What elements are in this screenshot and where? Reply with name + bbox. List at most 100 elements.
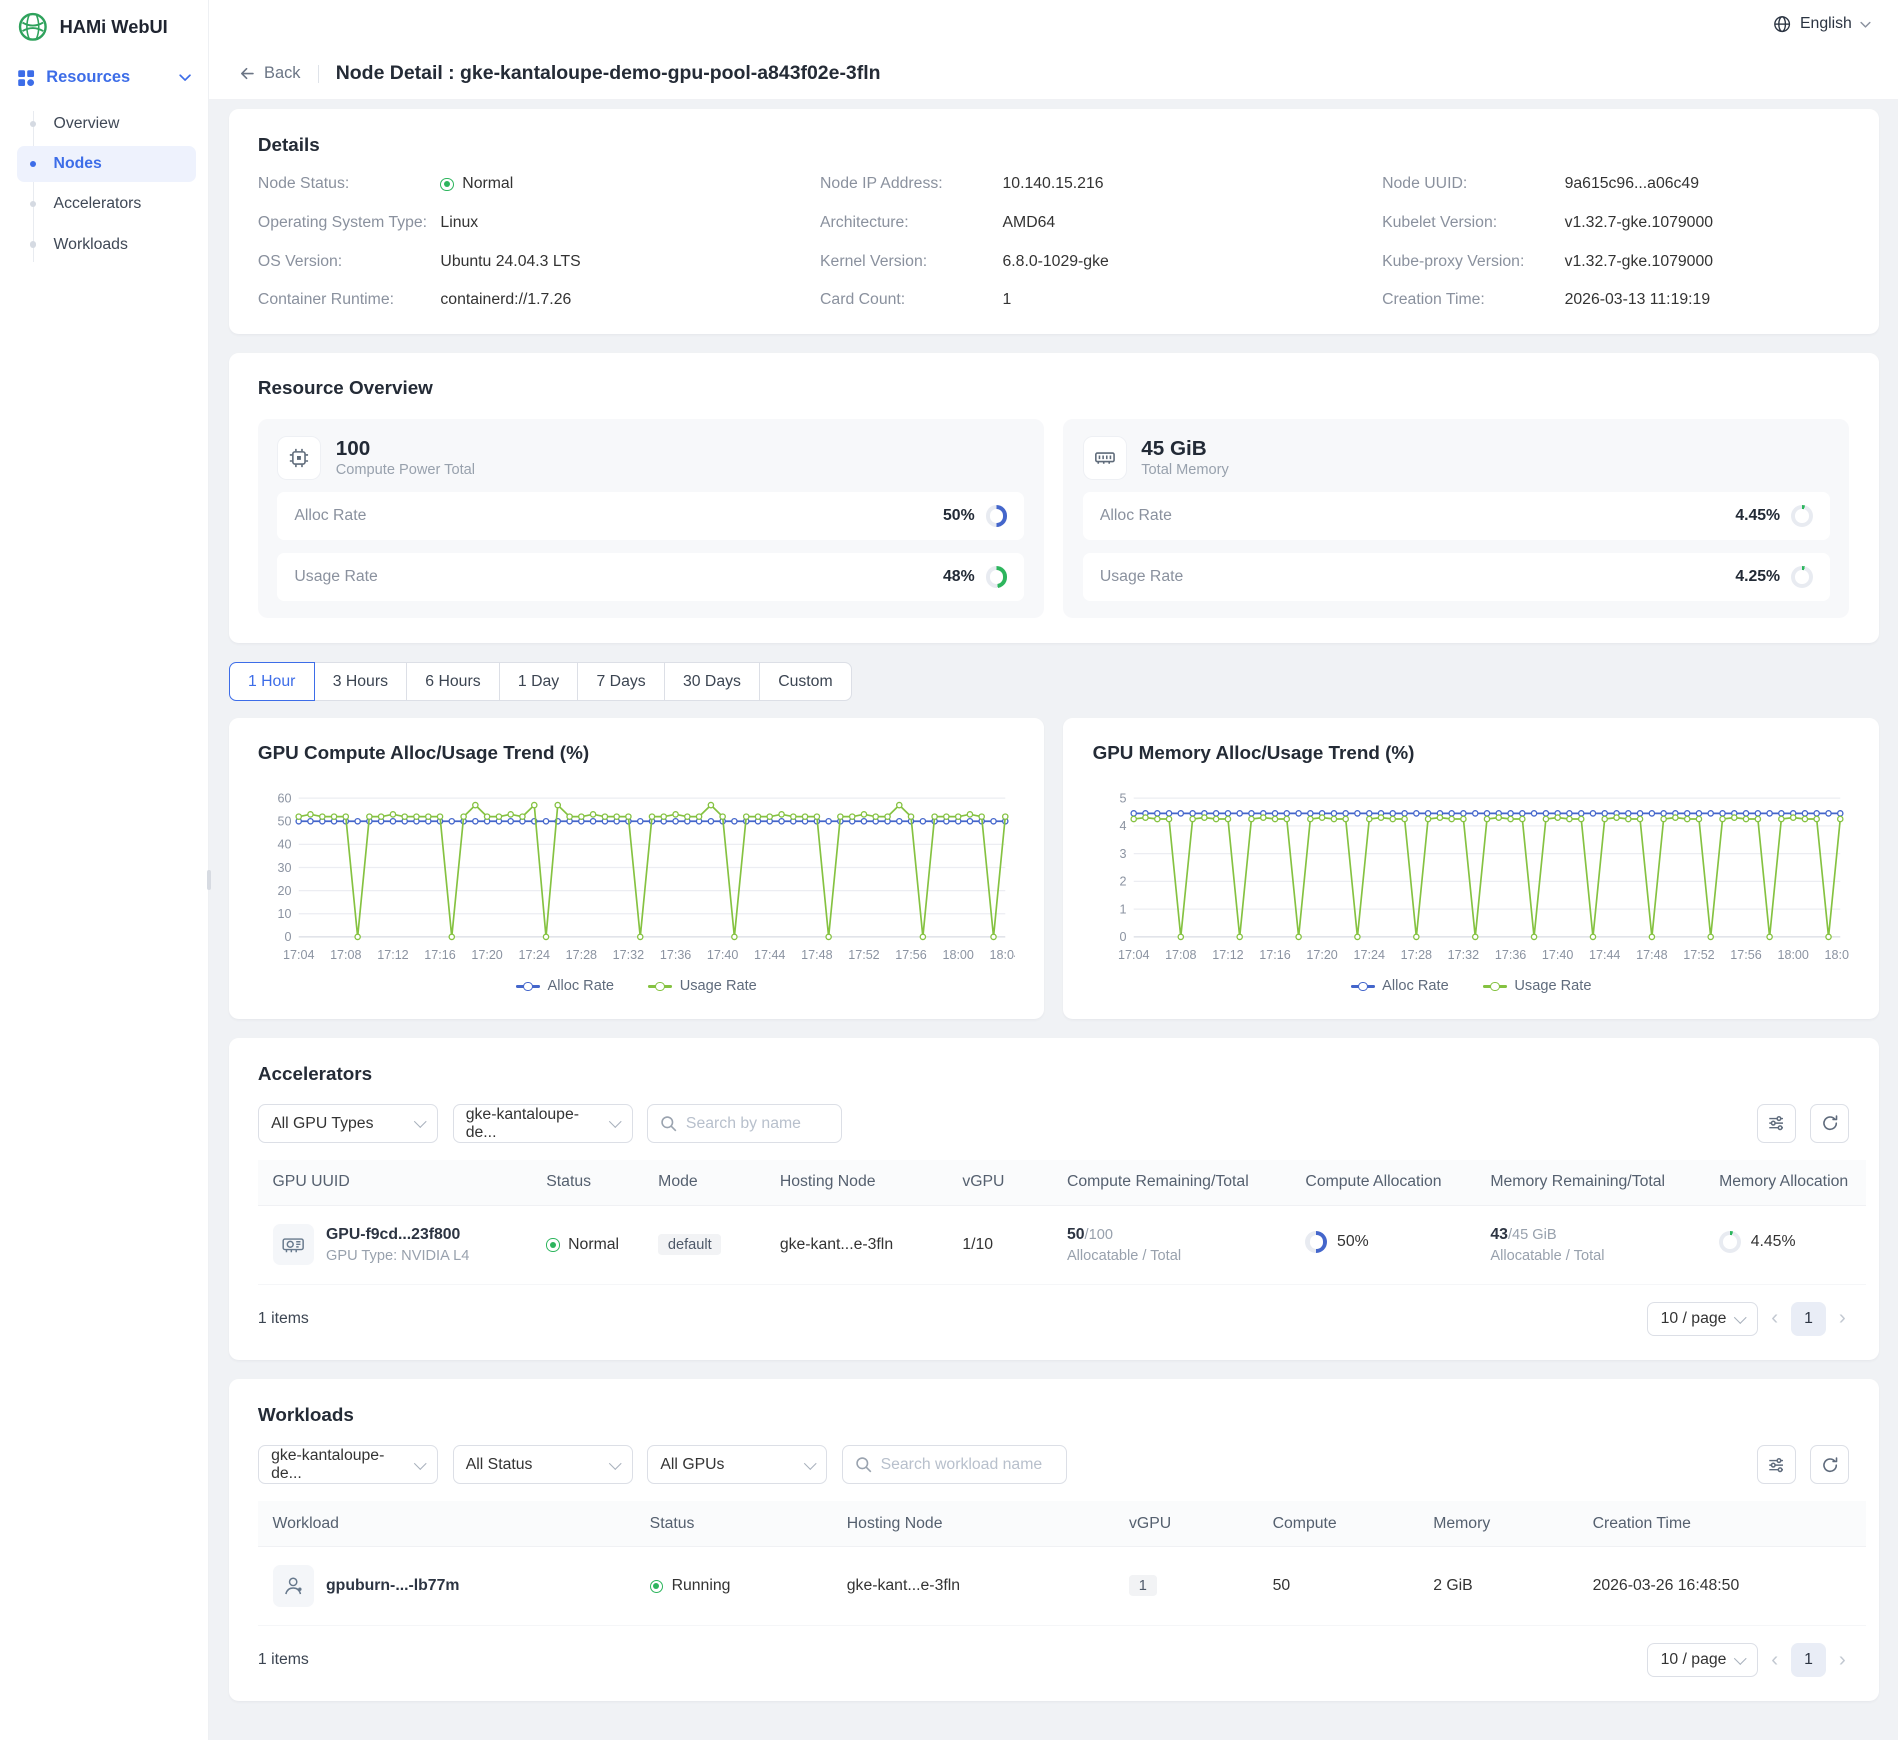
sidebar-item-accelerators[interactable]: Accelerators	[17, 186, 196, 223]
resource-overview-card: Resource Overview 100	[229, 353, 1879, 643]
next-page-button[interactable]: ›	[1835, 1650, 1849, 1671]
compute-trend-chart: 010203040506017:0417:0817:1217:1617:2017…	[258, 786, 1015, 969]
svg-text:17:52: 17:52	[848, 948, 879, 962]
memory-total-label: /45 GiB	[1508, 1227, 1557, 1243]
svg-text:17:32: 17:32	[613, 948, 644, 962]
field-kernel-version: Kernel Version:6.8.0-1029-gke	[820, 253, 1368, 271]
table-header-row: GPU UUID Status Mode Hosting Node vGPU C…	[258, 1160, 1866, 1205]
tab-6-hours[interactable]: 6 Hours	[406, 662, 500, 701]
hosting-node-cell: gke-kant...e-3fln	[832, 1546, 1114, 1625]
workloads-title: Workloads	[258, 1404, 1850, 1426]
compute-chip-icon	[277, 436, 321, 480]
prev-page-button[interactable]: ‹	[1768, 1650, 1782, 1671]
sidebar-section-label: Resources	[46, 68, 130, 87]
page-content: Details Node Status: Normal Node IP Addr…	[209, 100, 1898, 1740]
table-row[interactable]: gpuburn-...-lb77m Running gke-kant...e-3…	[258, 1546, 1866, 1625]
sidebar-section-resources[interactable]: Resources	[0, 54, 208, 103]
workload-icon	[273, 1565, 314, 1606]
page-1-button[interactable]: 1	[1791, 1643, 1825, 1677]
gpu-type-select[interactable]: All GPU Types	[258, 1104, 438, 1143]
sidebar-item-label: Workloads	[54, 236, 128, 254]
svg-text:17:24: 17:24	[518, 948, 549, 962]
page-1-button[interactable]: 1	[1791, 1302, 1825, 1336]
refresh-button[interactable]	[1810, 1104, 1849, 1143]
language-selector[interactable]: English	[1773, 15, 1871, 33]
svg-text:17:40: 17:40	[707, 948, 738, 962]
donut-gauge-icon	[1791, 566, 1813, 588]
svg-text:18:00: 18:00	[1777, 948, 1808, 962]
donut-gauge-icon	[986, 505, 1008, 527]
tab-3-hours[interactable]: 3 Hours	[313, 662, 407, 701]
sidebar-item-overview[interactable]: Overview	[17, 106, 196, 143]
tab-custom[interactable]: Custom	[759, 662, 852, 701]
donut-gauge-icon	[1305, 1231, 1327, 1253]
field-node-uuid: Node UUID:9a615c96...a06c49	[1382, 175, 1849, 193]
workload-status-select[interactable]: All Status	[453, 1445, 633, 1484]
resource-overview-title: Resource Overview	[258, 377, 1850, 399]
tab-7-days[interactable]: 7 Days	[577, 662, 665, 701]
prev-page-button[interactable]: ‹	[1768, 1308, 1782, 1329]
column-settings-button[interactable]	[1757, 1104, 1796, 1143]
sidebar-subnav: Overview Nodes Accelerators Workloads	[0, 106, 208, 276]
tab-30-days[interactable]: 30 Days	[664, 662, 760, 701]
gpu-type-label: GPU Type: NVIDIA L4	[326, 1248, 469, 1264]
chart-legend: Alloc Rate Usage Rate	[258, 978, 1015, 994]
workloads-footer: 1 items 10 / page ‹ 1 ›	[258, 1626, 1850, 1677]
main-area: English Back Node Detail : gke-kantaloup…	[209, 0, 1898, 1740]
workload-node-select[interactable]: gke-kantaloupe-de...	[258, 1445, 438, 1484]
svg-text:17:36: 17:36	[660, 948, 691, 962]
svg-text:1: 1	[1119, 903, 1126, 917]
legend-alloc-rate[interactable]: Alloc Rate	[1351, 978, 1449, 994]
sidebar-collapse-handle[interactable]	[207, 870, 211, 889]
tab-1-day[interactable]: 1 Day	[499, 662, 579, 701]
sidebar-item-workloads[interactable]: Workloads	[17, 226, 196, 263]
svg-text:4: 4	[1119, 819, 1126, 833]
accelerator-search[interactable]	[647, 1104, 842, 1143]
page-size-select[interactable]: 10 / page	[1647, 1643, 1757, 1677]
back-arrow-icon	[238, 65, 256, 82]
status-badge: Normal	[546, 1236, 619, 1254]
tab-1-hour[interactable]: 1 Hour	[229, 662, 315, 701]
workload-search[interactable]	[842, 1445, 1067, 1484]
next-page-button[interactable]: ›	[1835, 1308, 1849, 1329]
compute-trend-title: GPU Compute Alloc/Usage Trend (%)	[258, 742, 1015, 764]
svg-text:0: 0	[1119, 930, 1126, 944]
memory-total: 45 GiB	[1141, 437, 1229, 462]
workload-gpu-select[interactable]: All GPUs	[647, 1445, 827, 1484]
bullet-icon	[30, 121, 36, 127]
gpu-uuid: GPU-f9cd...23f800	[326, 1226, 469, 1244]
node-select[interactable]: gke-kantaloupe-de...	[453, 1104, 633, 1143]
memory-remaining: 43	[1490, 1226, 1508, 1243]
workload-search-input[interactable]	[881, 1456, 1045, 1474]
svg-text:17:16: 17:16	[424, 948, 455, 962]
svg-text:50: 50	[277, 815, 291, 829]
accelerator-search-input[interactable]	[686, 1115, 826, 1133]
field-node-status: Node Status: Normal	[258, 175, 806, 193]
compute-usage-rate-value: 48%	[943, 568, 975, 586]
status-badge: Normal	[440, 175, 513, 193]
svg-text:5: 5	[1119, 792, 1126, 806]
legend-alloc-rate[interactable]: Alloc Rate	[516, 978, 614, 994]
back-button[interactable]: Back	[238, 64, 300, 83]
workloads-filter-row: gke-kantaloupe-de... All Status All GPUs	[258, 1445, 1850, 1484]
accelerators-filter-row: All GPU Types gke-kantaloupe-de...	[258, 1104, 1850, 1143]
svg-text:17:08: 17:08	[330, 948, 361, 962]
charts-row: GPU Compute Alloc/Usage Trend (%) 010203…	[229, 718, 1879, 1019]
legend-usage-rate[interactable]: Usage Rate	[1483, 978, 1592, 994]
refresh-button[interactable]	[1810, 1445, 1849, 1484]
legend-usage-rate[interactable]: Usage Rate	[648, 978, 757, 994]
chevron-down-icon	[609, 1457, 621, 1469]
field-card-count: Card Count:1	[820, 291, 1368, 309]
table-row[interactable]: GPU-f9cd...23f800 GPU Type: NVIDIA L4 No…	[258, 1205, 1866, 1284]
sidebar-item-nodes[interactable]: Nodes	[17, 146, 196, 183]
app-root: HAMi WebUI Resources	[0, 0, 1898, 1740]
svg-text:17:48: 17:48	[1636, 948, 1667, 962]
accelerators-footer: 1 items 10 / page ‹ 1 ›	[258, 1285, 1850, 1336]
page-size-select[interactable]: 10 / page	[1647, 1302, 1757, 1336]
accelerators-card: Accelerators All GPU Types gke-kantaloup…	[229, 1038, 1879, 1360]
svg-text:17:20: 17:20	[471, 948, 502, 962]
field-creation-time: Creation Time:2026-03-13 11:19:19	[1382, 291, 1849, 309]
chevron-down-icon	[1860, 21, 1871, 28]
column-settings-button[interactable]	[1757, 1445, 1796, 1484]
svg-text:18:04: 18:04	[1824, 948, 1849, 962]
